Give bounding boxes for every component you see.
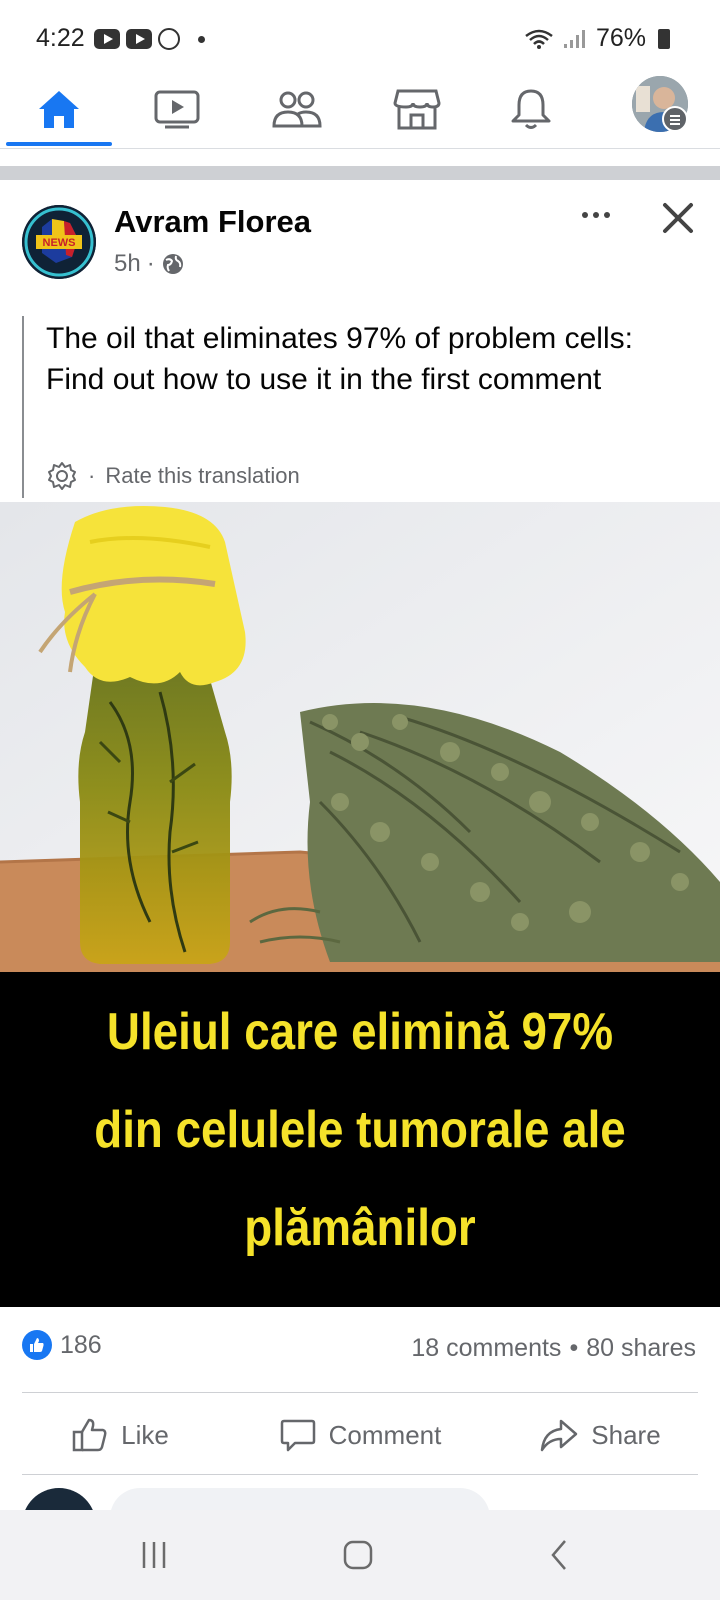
post-actions: Like Comment Share [0, 1396, 720, 1474]
avatar-badge-text: NEWS [43, 237, 76, 249]
comments-count[interactable]: 18 comments [411, 1334, 561, 1363]
action-divider-top [22, 1392, 698, 1393]
back-button[interactable] [500, 1510, 620, 1600]
dot-icon [604, 212, 610, 218]
share-button[interactable]: Share [480, 1396, 720, 1474]
tab-notifications[interactable] [476, 70, 586, 148]
post-options-button[interactable] [574, 200, 618, 230]
bell-icon [511, 89, 551, 129]
video-icon [154, 90, 200, 129]
meta-separator: · [88, 463, 96, 488]
caption-line-3: plămânilor [244, 1199, 476, 1257]
more-notifications-icon [198, 35, 205, 43]
status-time: 4:22 [36, 24, 85, 52]
image-caption-band: Uleiul care elimină 97% din celulele tum… [0, 972, 720, 1307]
thumbs-up-icon [72, 1418, 107, 1452]
like-label: Like [121, 1419, 169, 1450]
friends-icon [272, 91, 322, 128]
menu-badge-icon [662, 106, 688, 132]
caption-line-1: Uleiul care elimină 97% [106, 1003, 614, 1061]
caption-line-2: din celulele tumorale ale [94, 1101, 626, 1159]
recent-apps-icon [142, 1542, 166, 1568]
rate-translation-link[interactable]: Rate this translation [105, 463, 299, 489]
youtube-icon [94, 29, 120, 49]
home-icon [39, 91, 79, 128]
translation-quote-bar [22, 316, 24, 498]
post-author-avatar[interactable]: NEWS [22, 205, 96, 279]
post-meta: 5h · [114, 250, 185, 278]
home-button[interactable] [298, 1510, 418, 1600]
dot-icon [593, 212, 599, 218]
comment-icon [280, 1419, 315, 1452]
home-square-icon [343, 1540, 373, 1570]
signal-icon [563, 29, 585, 48]
meta-separator: · [146, 250, 155, 277]
comment-label: Comment [328, 1419, 442, 1450]
share-label: Share [591, 1419, 661, 1450]
status-bar: 4:22 76% [0, 0, 720, 70]
post-image[interactable]: Uleiul care elimină 97% din celulele tum… [0, 502, 720, 1307]
reaction-summary[interactable]: 186 [22, 1330, 102, 1360]
action-divider-bottom [22, 1474, 698, 1475]
recent-apps-button[interactable] [94, 1510, 214, 1600]
engagement-counts: 18 comments • 80 shares [411, 1334, 696, 1363]
translation-row: · Rate this translation [46, 460, 300, 492]
top-navigation [0, 70, 720, 149]
hide-post-button[interactable] [660, 200, 696, 236]
battery-icon [658, 28, 670, 49]
tab-friends[interactable] [242, 70, 352, 148]
meta-separator: • [569, 1334, 579, 1362]
globe-icon [162, 254, 183, 274]
active-tab-indicator [6, 142, 112, 146]
like-button[interactable]: Like [0, 1396, 240, 1474]
share-icon [541, 1419, 578, 1452]
settings-gear-icon[interactable] [46, 460, 78, 492]
like-reaction-icon [22, 1330, 52, 1360]
whatsapp-icon [158, 28, 180, 50]
dot-icon [582, 212, 588, 218]
commenter-avatar[interactable] [22, 1488, 96, 1510]
notification-icons [94, 28, 205, 50]
tab-marketplace[interactable] [362, 70, 472, 148]
feed-divider [0, 166, 720, 180]
youtube-icon [126, 29, 152, 49]
tab-watch[interactable] [122, 70, 232, 148]
post-author-name[interactable]: Avram Florea [114, 204, 311, 240]
post-text: The oil that eliminates 97% of problem c… [46, 322, 633, 396]
comment-preview [0, 1488, 720, 1510]
wifi-icon [525, 29, 553, 49]
reaction-count: 186 [60, 1330, 102, 1359]
post-time[interactable]: 5h [114, 250, 141, 278]
marketplace-icon [393, 89, 441, 130]
status-right: 76% [524, 24, 670, 53]
comment-button[interactable]: Comment [240, 1396, 480, 1474]
shares-count[interactable]: 80 shares [586, 1334, 696, 1363]
system-navigation-bar [0, 1510, 720, 1600]
tab-home[interactable] [4, 70, 114, 148]
herbal-oil-photo [0, 502, 720, 972]
comment-bubble[interactable] [110, 1488, 490, 1510]
back-chevron-icon [551, 1540, 566, 1570]
news-logo-icon: NEWS [22, 205, 96, 279]
close-icon [663, 203, 693, 233]
battery-percent: 76% [595, 24, 646, 52]
